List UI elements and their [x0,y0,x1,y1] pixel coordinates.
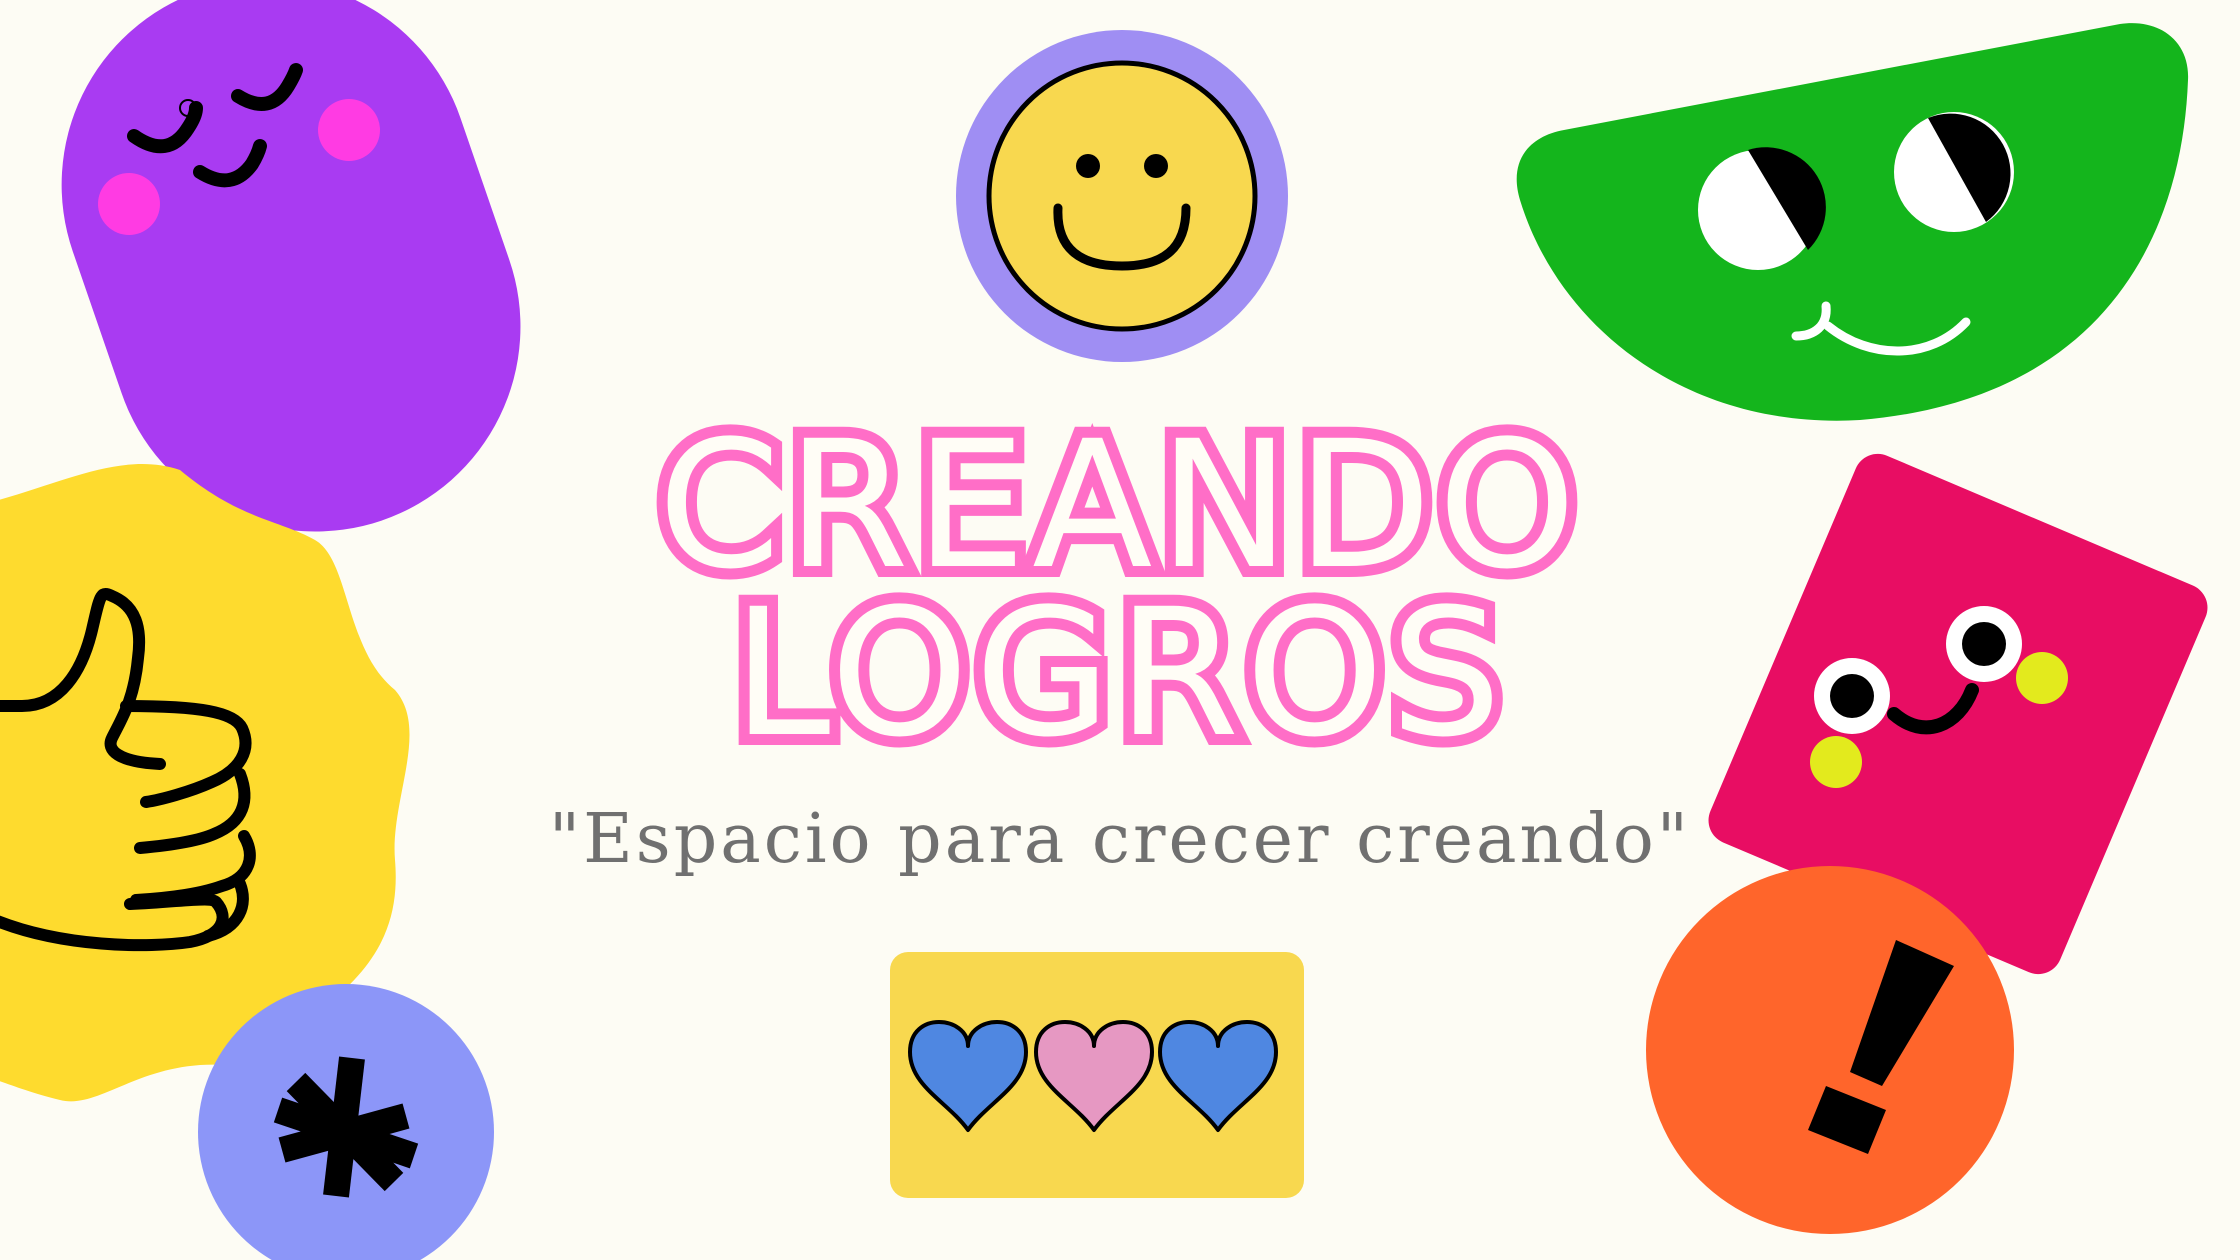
tagline: "Espacio para crecer creando" [548,800,1692,879]
hearts-card [890,952,1304,1198]
title-line-2: LOGROS [721,571,1512,776]
green-half-moon-sticker [1516,23,2189,421]
orange-exclamation-sticker [1646,866,2014,1234]
heart-icon [908,1020,1028,1132]
smiley-face-sticker [956,30,1288,362]
heart-icon [1158,1020,1278,1132]
hearts-row [908,1020,1278,1132]
canvas: CREANDO LOGROS "Espacio para crecer crea… [0,0,2240,1260]
heart-icon [1034,1020,1154,1132]
title-line-1: CREANDO [647,403,1588,608]
